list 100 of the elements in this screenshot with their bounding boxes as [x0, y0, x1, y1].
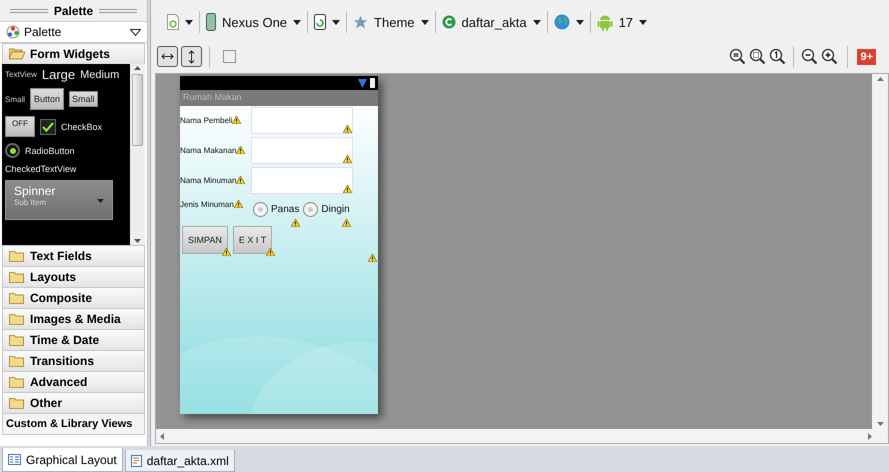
category-header[interactable]: Form Widgets [2, 43, 145, 65]
category-header[interactable]: Other [2, 392, 145, 414]
widget-button[interactable]: Small [69, 91, 98, 107]
dropdown-caret-icon [332, 20, 340, 24]
warning-icon [236, 146, 246, 154]
magnifier-icon[interactable] [749, 48, 766, 65]
warning-icon [343, 185, 352, 193]
check-icon [42, 122, 54, 132]
category-header[interactable]: Advanced [2, 371, 145, 393]
category-header[interactable]: Transitions [2, 350, 145, 372]
dropdown-caret-icon [532, 20, 541, 24]
folder-icon [9, 271, 25, 283]
form-label: Jenis Minuman [180, 197, 251, 217]
scroll-up-icon[interactable] [876, 77, 884, 81]
toolbar-dropdown[interactable]: daftar_akta [436, 12, 547, 32]
app-button[interactable]: SIMPAN [182, 226, 228, 254]
editor-tab[interactable]: Graphical Layout [2, 448, 123, 472]
category-header[interactable]: Text Fields [2, 245, 145, 267]
folder-icon [9, 313, 25, 325]
star-icon [353, 14, 368, 30]
scroll-left-icon[interactable] [160, 432, 164, 440]
warning-icon [222, 248, 231, 256]
signal-icon [358, 78, 367, 88]
issues-badge[interactable]: 9+ [857, 48, 876, 64]
toggle-button[interactable] [157, 46, 178, 67]
widget-label: Small [5, 94, 26, 104]
input-field[interactable] [251, 167, 353, 194]
scroll-right-icon[interactable] [868, 432, 872, 440]
xml-file-icon [130, 454, 142, 466]
folder-icon [9, 334, 25, 346]
input-field[interactable] [251, 137, 353, 164]
radio-button[interactable] [5, 143, 20, 158]
form-label: Nama Minuman [180, 167, 251, 194]
widget-label: CheckBox [61, 122, 102, 132]
warning-icon [343, 155, 352, 163]
spinner-subtext: Sub Item [14, 198, 46, 207]
category-header[interactable]: Layouts [2, 266, 145, 288]
magnifier-icon[interactable] [769, 48, 786, 65]
warning-icon [266, 248, 276, 256]
globe-icon [554, 14, 570, 30]
spinner-widget[interactable]: Spinner Sub Item [5, 180, 113, 220]
dropdown-caret-icon [185, 20, 193, 24]
scrollbar[interactable] [130, 64, 145, 245]
magnifier-icon[interactable] [729, 48, 746, 65]
spinner-text: Spinner [14, 184, 56, 198]
scroll-down-icon[interactable] [876, 422, 884, 426]
dropdown-caret-icon [293, 20, 302, 24]
vertical-arrows-icon [187, 50, 196, 64]
form-label: Nama Makanan [180, 137, 251, 164]
input-field[interactable] [251, 107, 353, 134]
android-icon [596, 14, 613, 30]
toolbar-dropdown[interactable]: Theme [347, 12, 435, 32]
scroll-down-icon[interactable] [134, 239, 141, 243]
checkbox[interactable] [40, 118, 56, 134]
warning-icon [342, 219, 351, 227]
open-folder-icon [9, 48, 25, 60]
app-button[interactable]: E X I T [232, 226, 272, 254]
category-header[interactable]: Composite [2, 287, 145, 309]
widget-label: RadioButton [25, 146, 75, 156]
widget-label: Medium [80, 68, 120, 80]
warning-icon [368, 254, 377, 262]
folder-icon [9, 250, 25, 262]
folder-icon [9, 397, 25, 409]
toggle-button[interactable] [181, 46, 202, 67]
toolbar-dropdown[interactable]: 17 [590, 10, 654, 34]
warning-icon [291, 219, 300, 227]
activity-icon [442, 15, 456, 29]
toggle-button[interactable]: OFF [5, 116, 35, 137]
zoom-out-icon[interactable] [801, 48, 818, 65]
dropdown-caret-icon [420, 20, 429, 24]
toolbar-dropdown[interactable]: Nexus One [200, 10, 308, 34]
radio-option[interactable]: Dingin [303, 202, 350, 217]
app-title-bar: Rumah Makan [180, 90, 378, 106]
zoom-in-icon[interactable] [821, 48, 838, 65]
phone-icon [206, 13, 216, 31]
document-icon [167, 14, 179, 30]
dotted-square-icon [223, 50, 236, 63]
warning-icon [236, 176, 246, 184]
widget-button[interactable]: Button [30, 88, 64, 110]
dropdown-caret-icon [130, 28, 141, 36]
dropdown-caret-icon [639, 20, 648, 24]
battery-icon [370, 78, 375, 88]
category-header[interactable]: Time & Date [2, 329, 145, 351]
color-wheel-icon [6, 25, 20, 39]
folder-icon [9, 292, 25, 304]
dropdown-caret-icon [576, 20, 584, 24]
widget-label: CheckedTextView [5, 164, 78, 174]
dropdown-caret-icon [97, 199, 104, 203]
editor-tab[interactable]: daftar_akta.xml [124, 450, 235, 472]
category-header[interactable]: Custom & Library Views [2, 413, 145, 435]
horizontal-arrows-icon [161, 52, 174, 61]
layout-icon [8, 454, 21, 465]
folder-icon [9, 355, 25, 367]
warning-icon [343, 125, 352, 133]
warning-icon [232, 116, 242, 124]
widget-label: TextView [5, 70, 37, 79]
rotate-icon [314, 14, 326, 30]
category-header[interactable]: Images & Media [2, 308, 145, 330]
panel-title: Palette [54, 4, 94, 18]
folder-icon [9, 376, 25, 388]
